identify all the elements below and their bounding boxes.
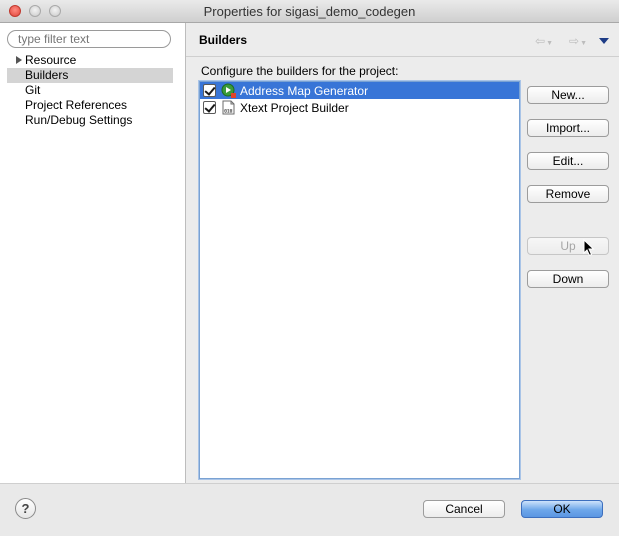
edit-builder-button[interactable]: Edit...: [527, 152, 609, 170]
category-tree: Resource Builders Git Project References…: [7, 53, 173, 128]
title-bar: Properties for sigasi_demo_codegen: [0, 0, 619, 23]
view-menu-icon[interactable]: [599, 38, 609, 44]
builder-enabled-checkbox[interactable]: [203, 84, 216, 97]
tree-item-label: Builders: [25, 68, 69, 82]
cancel-button[interactable]: Cancel: [423, 500, 505, 518]
tree-item-git[interactable]: Git: [7, 83, 173, 98]
tree-item-label: Project References: [25, 98, 128, 112]
filter-input[interactable]: [7, 30, 171, 48]
remove-builder-button[interactable]: Remove: [527, 185, 609, 203]
move-up-button[interactable]: Up: [527, 237, 609, 255]
new-builder-button[interactable]: New...: [527, 86, 609, 104]
list-item[interactable]: Address Map Generator: [200, 82, 519, 99]
list-item[interactable]: 010 Xtext Project Builder: [200, 99, 519, 116]
question-mark-icon[interactable]: ?: [15, 498, 36, 519]
tree-item-label: Run/Debug Settings: [25, 113, 133, 127]
expand-arrow-icon[interactable]: [16, 56, 22, 64]
forward-dropdown-icon[interactable]: ▼: [580, 38, 587, 50]
generator-icon: [221, 83, 236, 98]
properties-dialog: Properties for sigasi_demo_codegen Resou…: [0, 0, 619, 536]
builder-label: Xtext Project Builder: [240, 101, 349, 115]
forward-arrow-icon[interactable]: ⇨: [569, 35, 579, 47]
builder-enabled-checkbox[interactable]: [203, 101, 216, 114]
page-title: Builders: [199, 33, 248, 47]
builder-label: Address Map Generator: [240, 84, 369, 98]
tree-item-run-debug-settings[interactable]: Run/Debug Settings: [7, 113, 173, 128]
window-title: Properties for sigasi_demo_codegen: [203, 4, 416, 19]
page-header: Builders ⇦ ▼ ⇨ ▼: [186, 23, 619, 57]
tree-item-label: Resource: [25, 53, 77, 67]
back-dropdown-icon[interactable]: ▼: [546, 38, 553, 50]
page-navigation: ⇦ ▼ ⇨ ▼: [529, 35, 609, 47]
tree-item-label: Git: [25, 83, 41, 97]
tree-item-project-references[interactable]: Project References: [7, 98, 173, 113]
builders-section-label: Configure the builders for the project:: [201, 64, 399, 78]
ok-button[interactable]: OK: [521, 500, 603, 518]
back-arrow-icon[interactable]: ⇦: [535, 35, 545, 47]
tree-item-builders[interactable]: Builders: [7, 68, 173, 83]
category-panel: Resource Builders Git Project References…: [0, 23, 186, 483]
svg-text:010: 010: [224, 109, 232, 115]
mouse-pointer-icon: [583, 239, 595, 257]
move-down-button[interactable]: Down: [527, 270, 609, 288]
binary-file-icon: 010: [222, 100, 235, 115]
tree-item-resource[interactable]: Resource: [7, 53, 173, 68]
builders-list[interactable]: Address Map Generator 010 Xtext Project …: [199, 81, 520, 479]
import-builder-button[interactable]: Import...: [527, 119, 609, 137]
